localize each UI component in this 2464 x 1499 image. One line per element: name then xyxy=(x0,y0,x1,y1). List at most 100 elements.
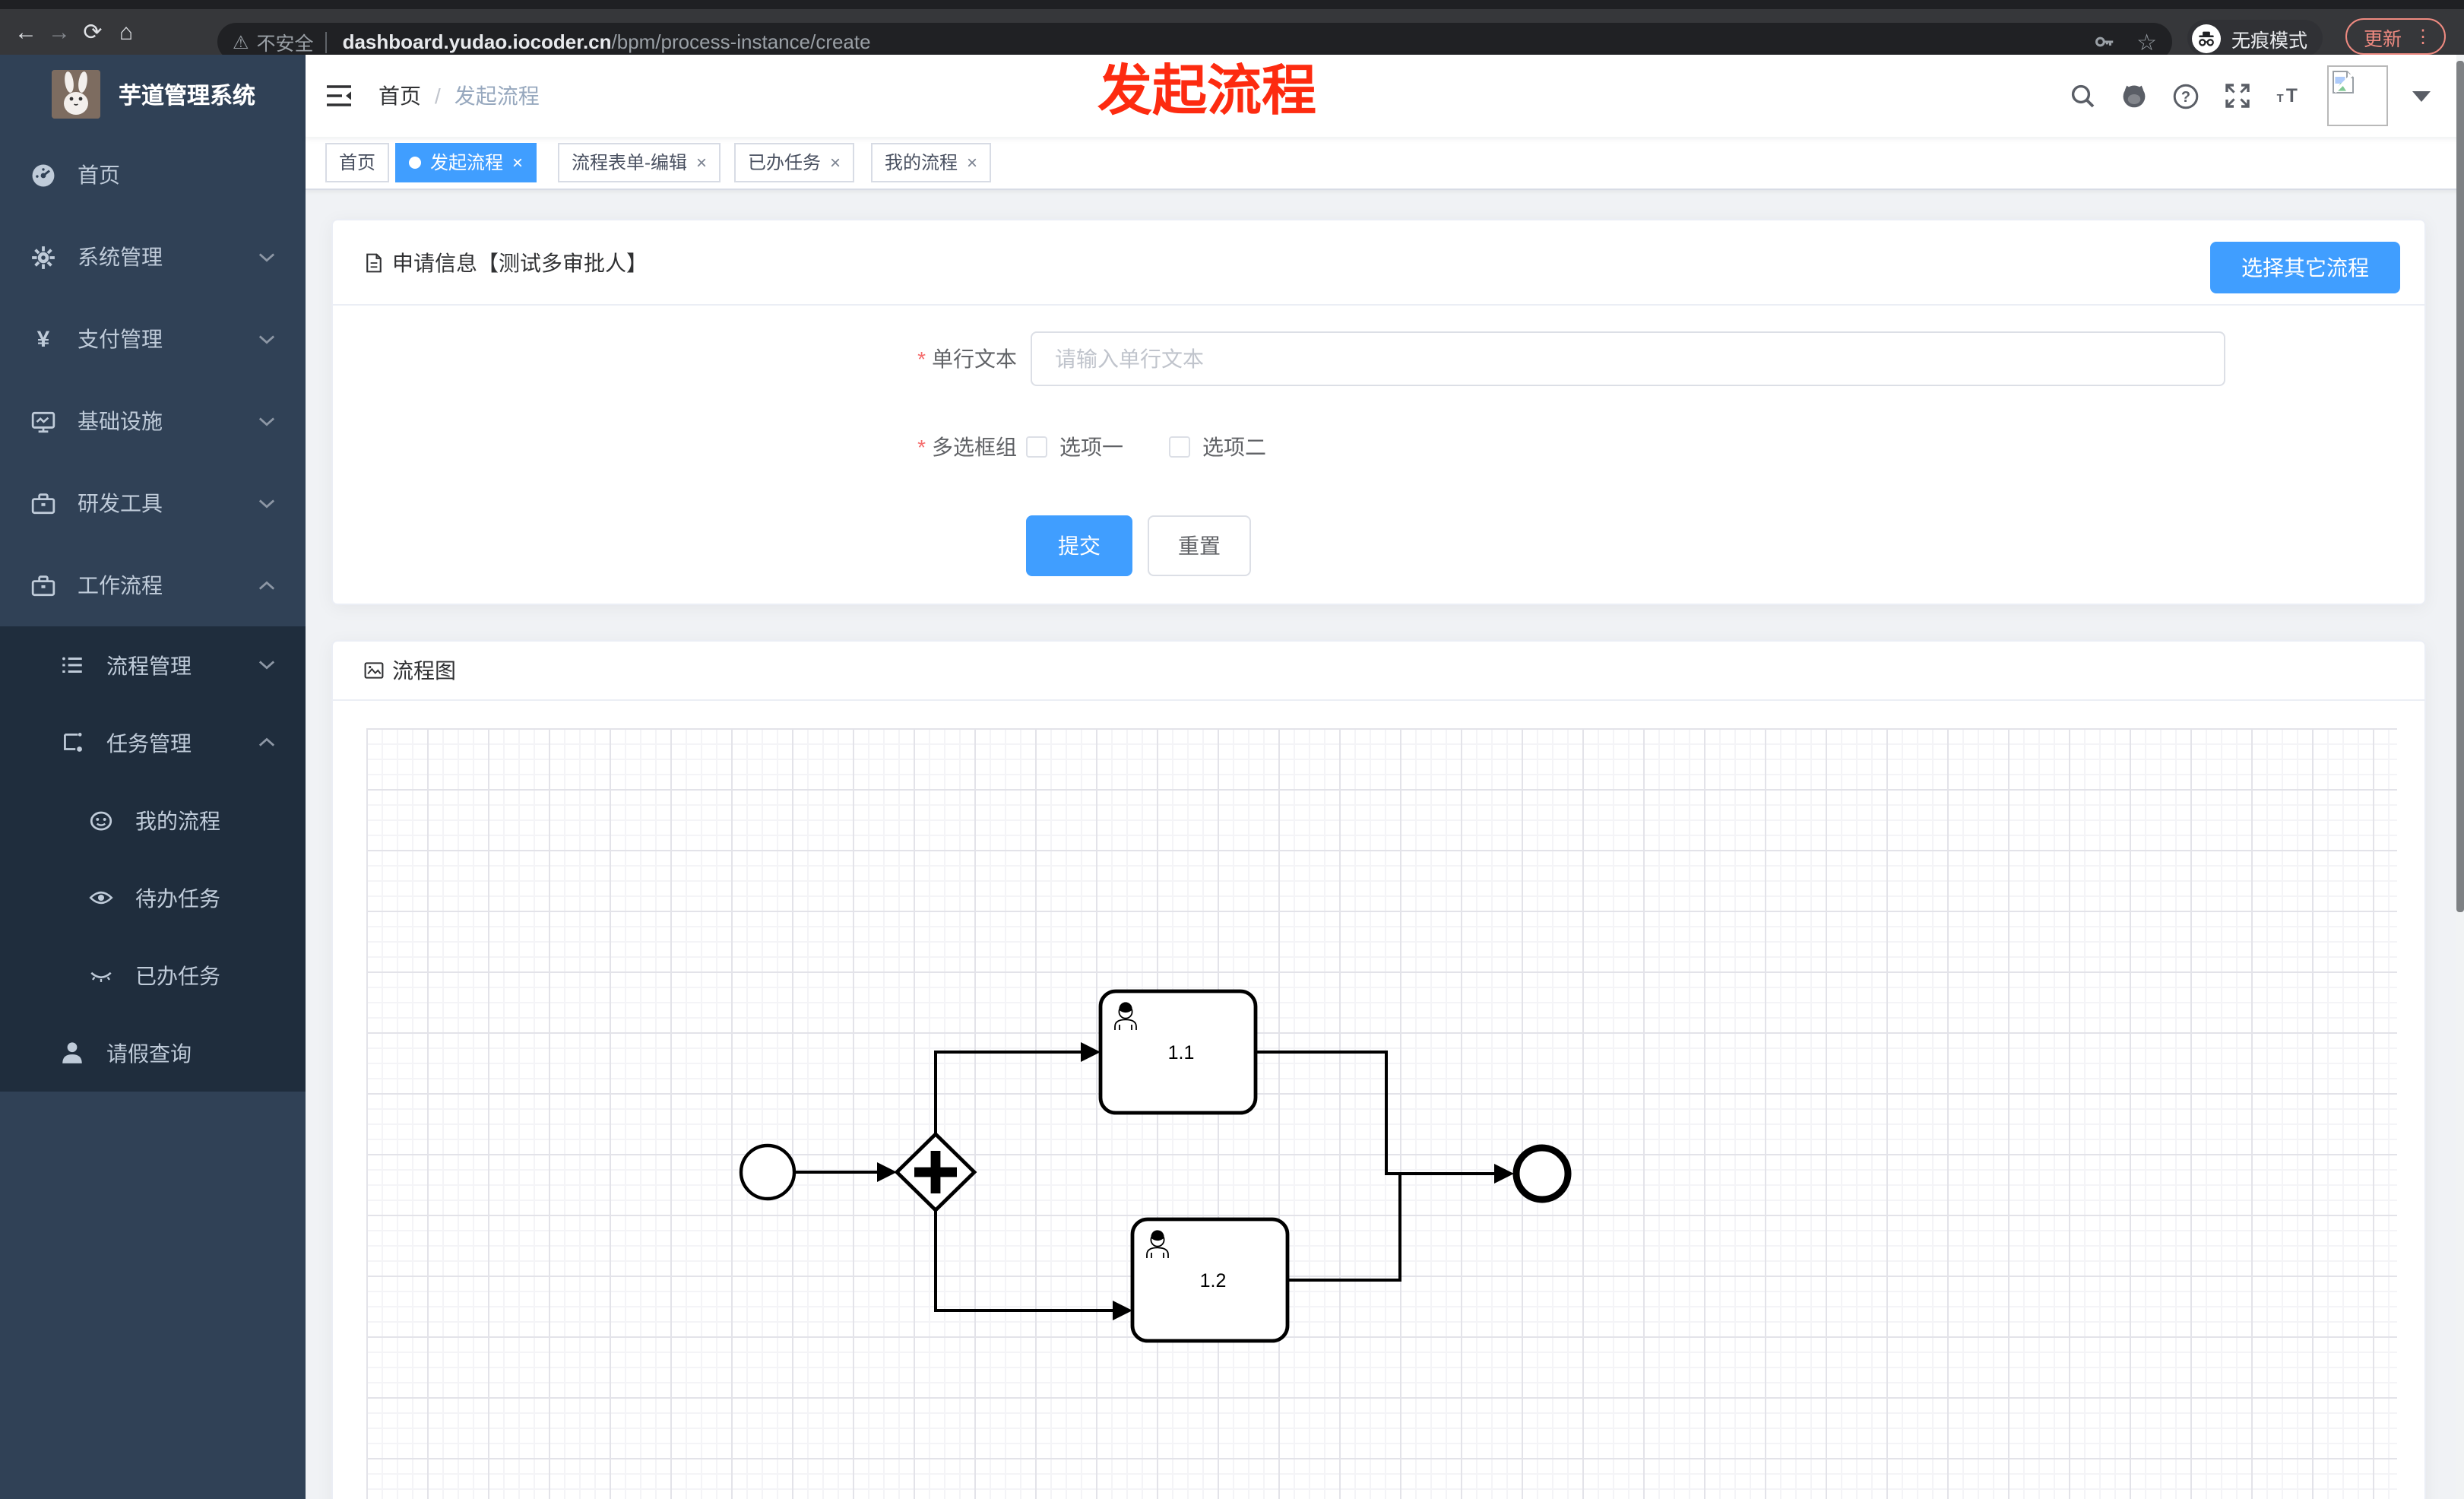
checkbox-option1[interactable] xyxy=(1026,436,1047,458)
app-logo-avatar xyxy=(52,70,100,119)
chevron-down-icon xyxy=(258,661,275,670)
close-icon[interactable]: × xyxy=(830,144,841,181)
field-label-single-line: * 单行文本 xyxy=(917,347,1017,371)
sidebar-item-label: 任务管理 xyxy=(106,730,192,755)
sidebar-item-devtools[interactable]: 研发工具 xyxy=(0,462,306,544)
user-avatar-broken-image[interactable] xyxy=(2327,65,2388,126)
chrome-update-button[interactable]: 更新 ⋮ xyxy=(2345,18,2447,55)
page-annotation-title: 发起流程 xyxy=(1097,59,1317,122)
breadcrumb-separator: / xyxy=(435,84,441,108)
sidebar-item-leave-query[interactable]: 请假查询 xyxy=(0,1014,306,1092)
not-secure-label[interactable]: 不安全 xyxy=(257,27,314,56)
sidebar-item-label: 首页 xyxy=(78,163,120,187)
arrowhead-icon xyxy=(1113,1301,1132,1320)
picture-icon xyxy=(364,662,384,679)
tab-label: 我的流程 xyxy=(885,152,958,173)
chevron-down-icon xyxy=(258,252,275,261)
submit-button[interactable]: 提交 xyxy=(1026,515,1132,576)
tab-start-process[interactable]: 发起流程 × xyxy=(395,143,537,182)
sidebar-item-workflow[interactable]: 工作流程 xyxy=(0,544,306,626)
tags-view-bar: 首页 发起流程 × 流程表单-编辑 × 已办任务 × 我的流程 × xyxy=(306,137,2464,190)
sidebar-item-task-mgmt[interactable]: 任务管理 xyxy=(0,704,306,781)
close-icon[interactable]: × xyxy=(696,144,707,181)
checkbox-group: 选项一 选项二 xyxy=(1026,426,1266,468)
close-icon[interactable]: × xyxy=(512,144,523,181)
avatar-dropdown-caret-icon[interactable] xyxy=(2412,90,2431,101)
omnibox-divider xyxy=(325,31,328,52)
sidebar-item-label: 支付管理 xyxy=(78,327,163,351)
app-logo-row[interactable]: 芋道管理系统 xyxy=(0,55,306,134)
search-icon[interactable] xyxy=(2069,82,2096,109)
screen: ← → ⟳ ⌂ ⚠ 不安全 dashboard.yudao.iocoder.cn… xyxy=(0,0,2464,1499)
monitor-icon xyxy=(30,408,56,434)
browser-menu-icon[interactable]: ⋮ xyxy=(2414,27,2432,46)
bpmn-task-label: 1.2 xyxy=(1200,1270,1227,1291)
single-line-text-input[interactable] xyxy=(1031,331,2225,386)
chevron-down-icon xyxy=(258,334,275,344)
bpmn-end-event[interactable] xyxy=(1512,1144,1572,1203)
tab-label: 已办任务 xyxy=(748,152,822,173)
sidebar-item-label: 已办任务 xyxy=(135,963,220,987)
breadcrumb-home[interactable]: 首页 xyxy=(378,81,421,111)
required-mark: * xyxy=(917,435,926,459)
browser-tabstrip xyxy=(0,0,2464,9)
select-other-process-button[interactable]: 选择其它流程 xyxy=(2210,242,2400,293)
checkbox-option1-label[interactable]: 选项一 xyxy=(1059,432,1123,462)
top-navbar: 首页 / 发起流程 ? TT xyxy=(306,55,2464,137)
sidebar-item-done-tasks[interactable]: 已办任务 xyxy=(0,936,306,1014)
sidebar-item-label: 研发工具 xyxy=(78,491,163,515)
gear-icon xyxy=(30,244,56,270)
font-size-icon[interactable]: TT xyxy=(2276,82,2303,109)
face-icon xyxy=(88,807,114,833)
sidebar-item-label: 系统管理 xyxy=(78,245,163,269)
sidebar-item-todo-tasks[interactable]: 待办任务 xyxy=(0,859,306,936)
app-title: 芋道管理系统 xyxy=(119,83,256,109)
browser-back-icon[interactable]: ← xyxy=(9,19,43,45)
password-key-icon[interactable] xyxy=(2092,30,2115,53)
bookmark-star-icon[interactable]: ☆ xyxy=(2136,28,2157,55)
bpmn-canvas[interactable]: 1.1 1.2 xyxy=(366,728,2397,1499)
document-icon xyxy=(366,252,382,272)
sidebar-item-my-process[interactable]: 我的流程 xyxy=(0,781,306,859)
eye-closed-icon xyxy=(88,962,114,988)
checkbox-option2-label[interactable]: 选项二 xyxy=(1202,432,1266,462)
sidebar-item-label: 流程管理 xyxy=(106,653,192,677)
browser-forward-icon[interactable]: → xyxy=(43,19,76,45)
field-label-checkbox-group: * 多选框组 xyxy=(917,435,1017,459)
sidebar-item-payment[interactable]: ¥ 支付管理 xyxy=(0,298,306,380)
sidebar-item-process-mgmt[interactable]: 流程管理 xyxy=(0,626,306,704)
apply-info-card: 申请信息【测试多审批人】 选择其它流程 *单行文本 *多选框组 选项一 选项二 … xyxy=(331,219,2426,605)
tab-my-process[interactable]: 我的流程 × xyxy=(871,143,992,182)
sidebar-item-label: 待办任务 xyxy=(135,886,220,910)
tab-label: 首页 xyxy=(339,152,376,173)
checkbox-option2[interactable] xyxy=(1169,436,1190,458)
arrowhead-icon xyxy=(1494,1164,1514,1184)
apply-info-card-header: 申请信息【测试多审批人】 xyxy=(333,220,2424,306)
page-scrollbar-thumb[interactable] xyxy=(2456,61,2464,912)
tab-process-form-edit[interactable]: 流程表单-编辑 × xyxy=(558,143,721,182)
help-icon[interactable]: ? xyxy=(2172,82,2200,109)
arrowhead-icon xyxy=(877,1162,897,1182)
svg-text:T: T xyxy=(2286,86,2298,106)
url-path: /bpm/process-instance/create xyxy=(611,30,871,53)
tab-label: 发起流程 xyxy=(430,152,504,173)
reset-button[interactable]: 重置 xyxy=(1148,515,1251,576)
incognito-badge: 无痕模式 xyxy=(2187,20,2323,56)
sidebar-item-infra[interactable]: 基础设施 xyxy=(0,380,306,462)
sidebar-item-system[interactable]: 系统管理 xyxy=(0,216,306,298)
fullscreen-icon[interactable] xyxy=(2224,82,2251,109)
bpmn-diagram: 1.1 1.2 xyxy=(739,989,1572,1343)
page-scrollbar[interactable] xyxy=(2456,55,2464,1499)
bpmn-start-event[interactable] xyxy=(739,1143,797,1201)
close-icon[interactable]: × xyxy=(967,144,977,181)
github-icon[interactable] xyxy=(2120,82,2148,109)
breadcrumb: 首页 / 发起流程 xyxy=(378,81,540,111)
sidebar-collapse-icon[interactable] xyxy=(324,81,354,111)
eye-icon xyxy=(88,885,114,911)
browser-reload-icon[interactable]: ⟳ xyxy=(76,18,109,46)
main-content: 申请信息【测试多审批人】 选择其它流程 *单行文本 *多选框组 选项一 选项二 … xyxy=(306,189,2464,1499)
tab-home[interactable]: 首页 xyxy=(325,143,390,182)
sidebar-item-home[interactable]: 首页 xyxy=(0,134,306,216)
browser-home-icon[interactable]: ⌂ xyxy=(109,19,143,45)
tab-done-tasks[interactable]: 已办任务 × xyxy=(734,143,855,182)
